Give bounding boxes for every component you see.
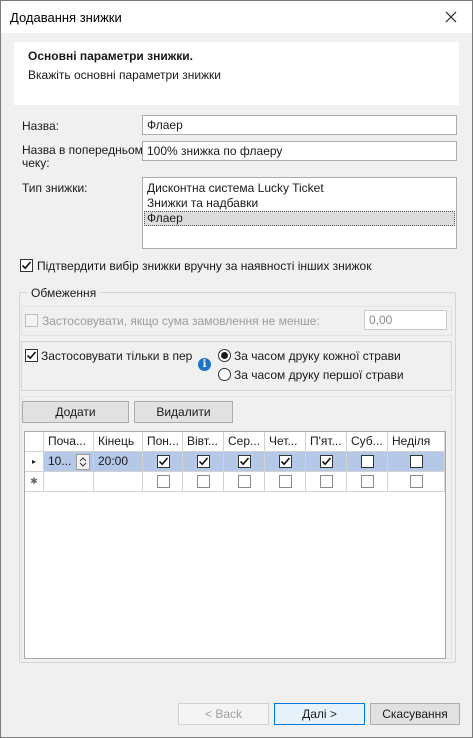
day-checkbox-wed[interactable] xyxy=(238,475,251,488)
info-icon: i xyxy=(198,358,211,371)
title-bar: Додавання знижки xyxy=(1,1,472,33)
window-title: Додавання знижки xyxy=(10,10,122,25)
row-selector[interactable]: ▸ xyxy=(25,452,44,472)
column-header-fri[interactable]: П'ят... xyxy=(306,432,347,452)
confirm-checkbox[interactable] xyxy=(20,259,33,272)
time-spinner[interactable] xyxy=(76,454,90,470)
radio-first-dish[interactable] xyxy=(218,368,231,381)
cell-sat[interactable] xyxy=(347,452,388,472)
cell-sun[interactable] xyxy=(388,452,445,472)
add-button[interactable]: Додати xyxy=(22,401,129,423)
back-button[interactable]: < Back xyxy=(178,703,269,725)
discount-type-label: Тип знижки: xyxy=(22,181,87,195)
cell-fri-new[interactable] xyxy=(306,472,347,492)
cell-mon[interactable] xyxy=(143,452,183,472)
new-row-marker[interactable]: ✱ xyxy=(25,472,44,492)
column-header-wed[interactable]: Сер... xyxy=(224,432,265,452)
day-checkbox-fri[interactable] xyxy=(320,475,333,488)
cell-start-new[interactable] xyxy=(44,472,94,492)
schedule-grid[interactable]: Поча... Кінець Пон... Вівт... Сер... Чет… xyxy=(24,431,446,659)
day-checkbox-wed[interactable] xyxy=(238,455,251,468)
cell-end[interactable]: 20:00 xyxy=(94,452,143,472)
column-header-end[interactable]: Кінець xyxy=(94,432,143,452)
cancel-button[interactable]: Скасування xyxy=(370,703,460,725)
column-header-start[interactable]: Поча... xyxy=(44,432,94,452)
cell-tue[interactable] xyxy=(183,452,224,472)
header-title: Основні параметри знижки. xyxy=(28,49,193,63)
day-checkbox-tue[interactable] xyxy=(197,475,210,488)
list-item-selected[interactable]: Флаер xyxy=(144,211,455,226)
next-button[interactable]: Далі > xyxy=(274,703,365,725)
day-checkbox-sun[interactable] xyxy=(410,455,423,468)
list-item[interactable]: Дисконтна система Lucky Ticket xyxy=(144,181,455,196)
column-header-thu[interactable]: Чет... xyxy=(265,432,306,452)
close-icon xyxy=(445,11,457,23)
grid-corner xyxy=(25,432,44,452)
checkmark-icon xyxy=(21,260,32,271)
period-checkbox[interactable] xyxy=(25,349,38,362)
spinner-arrows-icon xyxy=(77,455,89,469)
checkmark-icon xyxy=(198,456,209,467)
list-item[interactable]: Знижки та надбавки xyxy=(144,196,455,211)
min-sum-checkbox[interactable] xyxy=(25,314,38,327)
header-panel: Основні параметри знижки. Вкажіть основн… xyxy=(14,42,459,105)
discount-type-list[interactable]: Дисконтна система Lucky Ticket Знижки та… xyxy=(142,177,457,249)
cell-tue-new[interactable] xyxy=(183,472,224,492)
cell-sat-new[interactable] xyxy=(347,472,388,492)
close-button[interactable] xyxy=(436,3,466,31)
checkmark-icon xyxy=(158,456,169,467)
day-checkbox-tue[interactable] xyxy=(197,455,210,468)
receipt-name-label-line2: чеку: xyxy=(22,156,50,170)
cell-thu[interactable] xyxy=(265,452,306,472)
receipt-name-input[interactable]: 100% знижка по флаеру xyxy=(142,141,457,161)
delete-button[interactable]: Видалити xyxy=(134,401,233,423)
period-label: Застосовувати тільки в період xyxy=(41,349,193,363)
name-input[interactable]: Флаер xyxy=(142,115,457,135)
day-checkbox-thu[interactable] xyxy=(279,475,292,488)
radio-each-dish-label: За часом друку кожної страви xyxy=(234,349,401,363)
min-sum-label: Застосовувати, якщо сума замовлення не м… xyxy=(42,314,320,328)
column-header-sat[interactable]: Суб... xyxy=(347,432,388,452)
cell-start[interactable]: 10... xyxy=(44,452,94,472)
receipt-name-label-line1: Назва в попередньому xyxy=(22,143,149,157)
restrictions-group-label: Обмеження xyxy=(27,286,100,300)
column-header-tue[interactable]: Вівт... xyxy=(183,432,224,452)
day-checkbox-sat[interactable] xyxy=(361,455,374,468)
cell-sun-new[interactable] xyxy=(388,472,445,492)
checkmark-icon xyxy=(280,456,291,467)
checkmark-icon xyxy=(26,350,37,361)
confirm-checkbox-label: Підтвердити вибір знижки вручну за наявн… xyxy=(37,259,371,273)
add-discount-dialog: Додавання знижки Основні параметри знижк… xyxy=(0,0,473,738)
cell-wed-new[interactable] xyxy=(224,472,265,492)
name-label: Назва: xyxy=(22,119,59,133)
cell-thu-new[interactable] xyxy=(265,472,306,492)
day-checkbox-sat[interactable] xyxy=(361,475,374,488)
column-header-sun[interactable]: Неділя xyxy=(388,432,445,452)
radio-first-dish-label: За часом друку першої страви xyxy=(234,368,404,382)
header-subtitle: Вкажіть основні параметри знижки xyxy=(28,68,221,82)
radio-each-dish[interactable] xyxy=(218,349,231,362)
min-sum-input[interactable]: 0,00 xyxy=(364,310,447,330)
checkmark-icon xyxy=(239,456,250,467)
cell-mon-new[interactable] xyxy=(143,472,183,492)
day-checkbox-sun[interactable] xyxy=(410,475,423,488)
cell-end-new[interactable] xyxy=(94,472,143,492)
day-checkbox-mon[interactable] xyxy=(157,475,170,488)
start-time-value: 10... xyxy=(48,454,71,468)
day-checkbox-thu[interactable] xyxy=(279,455,292,468)
column-header-mon[interactable]: Пон... xyxy=(143,432,183,452)
cell-fri[interactable] xyxy=(306,452,347,472)
cell-wed[interactable] xyxy=(224,452,265,472)
checkmark-icon xyxy=(321,456,332,467)
day-checkbox-mon[interactable] xyxy=(157,455,170,468)
day-checkbox-fri[interactable] xyxy=(320,455,333,468)
